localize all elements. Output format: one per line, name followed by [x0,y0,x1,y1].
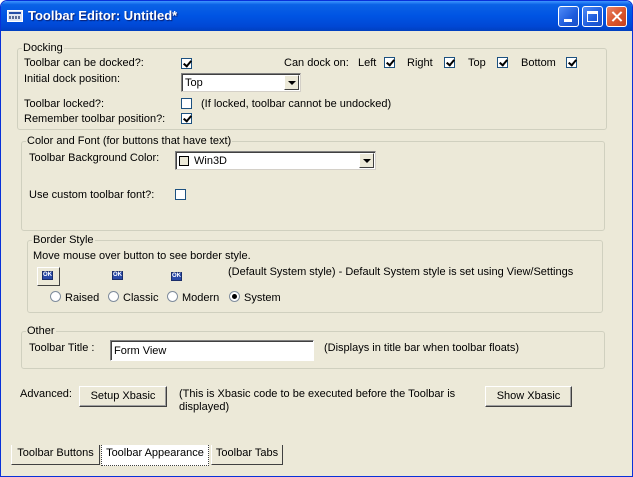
chevron-down-icon[interactable] [359,153,374,168]
locked-hint: (If locked, toolbar cannot be undocked) [201,98,392,110]
color-font-group: Color and Font (for buttons that have te… [21,135,605,231]
dock-bottom-checkbox[interactable] [566,57,577,68]
remember-checkbox[interactable] [181,113,192,124]
title-bar[interactable]: Toolbar Editor: Untitled* [1,1,632,31]
can-be-docked-checkbox[interactable] [181,58,192,69]
initial-position-label: Initial dock position: [24,73,120,85]
chevron-down-icon[interactable] [284,75,299,90]
radio-modern[interactable] [167,291,178,302]
tab-toolbar-buttons[interactable]: Toolbar Buttons [11,445,100,465]
toolbar-editor-window: Toolbar Editor: Untitled* Docking Toolba… [0,0,633,477]
toolbar-title-input[interactable]: Form View [110,340,314,361]
initial-position-select[interactable]: Top [181,73,301,92]
window-title: Toolbar Editor: Untitled* [28,8,178,23]
maximize-icon [587,11,598,22]
radio-raised[interactable] [50,291,61,302]
other-group-label: Other [26,325,56,338]
dock-left-label: Left [358,57,377,69]
radio-classic-label: Classic [123,292,159,304]
bg-color-label: Toolbar Background Color: [29,152,160,164]
minimize-button[interactable] [558,6,579,27]
can-dock-on-label: Can dock on: [284,57,349,69]
close-icon [607,7,626,26]
toolbar-title-hint: (Displays in title bar when toolbar floa… [324,342,520,354]
dock-right-checkbox[interactable] [444,57,455,68]
dock-left-checkbox[interactable] [384,57,395,68]
custom-font-label: Use custom toolbar font?: [29,189,155,201]
minimize-icon [564,19,572,22]
default-style-note: (Default System style) - Default System … [228,266,574,278]
dock-bottom-label: Bottom [521,57,556,69]
advanced-note-line-1: (This is Xbasic code to be executed befo… [179,388,456,400]
app-icon [7,10,23,22]
docking-group-label: Docking [22,42,64,55]
other-group: Other Toolbar Title : Form View (Display… [21,325,605,369]
color-font-group-label: Color and Font (for buttons that have te… [26,135,233,148]
advanced-note-line-2: displayed) [179,401,230,413]
initial-position-value: Top [185,77,203,89]
border-style-group: Border Style Move mouse over button to s… [27,234,603,313]
radio-raised-label: Raised [65,292,100,304]
radio-modern-label: Modern [182,292,220,304]
sample-button-classic[interactable]: OK [112,271,123,280]
close-button[interactable] [606,6,627,27]
custom-font-checkbox[interactable] [175,189,186,200]
setup-xbasic-button[interactable]: Setup Xbasic [79,386,167,407]
locked-label: Toolbar locked?: [24,98,105,110]
maximize-button[interactable] [582,6,603,27]
dock-top-label: Top [468,57,486,69]
can-be-docked-label: Toolbar can be docked?: [24,57,144,69]
docking-group: Docking Toolbar can be docked?: Can dock… [17,42,607,130]
toolbar-title-value: Form View [114,345,167,357]
toolbar-title-label: Toolbar Title : [29,342,95,354]
radio-system[interactable] [229,291,240,302]
sample-button-modern[interactable]: OK [171,272,182,281]
border-style-group-label: Border Style [32,234,95,247]
sample-button-raised[interactable]: OK [42,271,53,280]
advanced-label: Advanced: [20,388,72,400]
radio-system-label: System [244,292,281,304]
tab-toolbar-appearance[interactable]: Toolbar Appearance [101,445,209,466]
show-xbasic-button[interactable]: Show Xbasic [485,386,572,407]
remember-label: Remember toolbar position?: [24,113,166,125]
color-swatch [179,156,189,166]
radio-classic[interactable] [108,291,119,302]
bg-color-select[interactable]: Win3D [175,151,376,170]
border-style-instructions: Move mouse over button to see border sty… [33,250,251,262]
dock-right-label: Right [407,57,433,69]
dock-top-checkbox[interactable] [497,57,508,68]
bg-color-value: Win3D [194,155,228,167]
tab-toolbar-tabs[interactable]: Toolbar Tabs [211,445,283,465]
locked-checkbox[interactable] [181,98,192,109]
